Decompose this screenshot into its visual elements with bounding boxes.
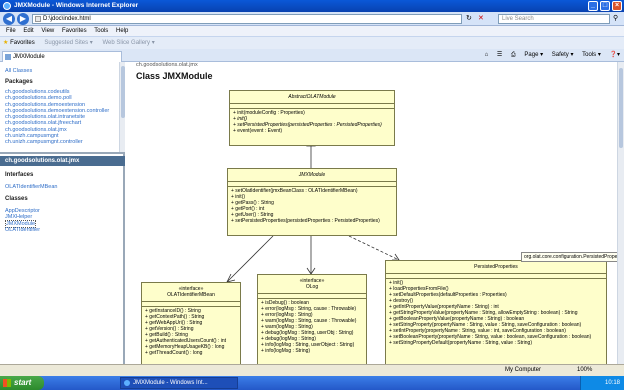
forward-icon[interactable]: ▶ — [17, 13, 29, 25]
menu-file[interactable]: File — [6, 26, 16, 36]
task-label: JMXModule - Windows Int... — [133, 380, 208, 386]
package-list: ch.goodsolutions.codeutils ch.goodsoluti… — [5, 89, 109, 146]
uml-operation: + info(logMsg : String) — [261, 348, 311, 354]
ie-task-icon — [124, 380, 130, 386]
address-bar[interactable]: D:\jdoc\index.html — [32, 14, 462, 24]
zoom-level[interactable]: 100% — [577, 365, 592, 376]
uml-class-name: PersistedProperties — [386, 261, 606, 274]
taskbar-window-button[interactable]: JMXModule - Windows Int... — [120, 377, 238, 389]
main-scrollbar[interactable] — [617, 62, 624, 364]
address-row: ◀ ▶ D:\jdoc\index.html ↻ ✕ Live Search ⚲ — [0, 12, 624, 26]
title-bar: JMXModule - Windows Internet Explorer _ … — [0, 0, 624, 12]
security-zone: My Computer — [505, 367, 542, 373]
uml-persisted-properties: PersistedProperties + init() + loadPrope… — [385, 260, 607, 364]
uml-operations: + init() + loadPropertiesFromFile() + se… — [386, 279, 606, 347]
address-url: D:\jdoc\index.html — [43, 16, 91, 22]
clock: 10:18 — [604, 380, 620, 386]
search-input[interactable]: Live Search — [498, 14, 610, 24]
uml-interface-name: OLATIdentifierMBean — [167, 292, 215, 298]
uml-class-name: «interface» OLog — [258, 275, 366, 294]
minimize-button[interactable]: _ — [588, 1, 598, 11]
command-bar: ⌂ ☰ ⎙ Page ▾ Safety ▾ Tools ▾ ❓▾ — [478, 50, 620, 61]
menu-favorites[interactable]: Favorites — [62, 26, 87, 36]
classes-heading: Classes — [5, 196, 28, 202]
uml-operation: + setPersistedProperties(persistedProper… — [231, 218, 380, 224]
dependency-line — [348, 235, 400, 261]
back-icon[interactable]: ◀ — [3, 13, 15, 25]
uml-operations: + isDebug() : boolean + error(logMsg : S… — [258, 299, 366, 355]
interfaces-list: OLATIdentifierMBean — [5, 184, 57, 190]
classes-list: AppDescriptor JMXHelper JMXModule OLATId… — [5, 208, 40, 233]
start-label: start — [14, 378, 32, 387]
stop-icon[interactable]: ✕ — [478, 14, 484, 22]
web-slice-gallery-link[interactable]: Web Slice Gallery ▾ — [102, 40, 154, 46]
help-menu[interactable]: ❓▾ — [610, 52, 620, 58]
uml-class-name: «interface» OLATIdentifierMBean — [142, 283, 240, 302]
menu-help[interactable]: Help — [116, 26, 128, 36]
refresh-icon[interactable]: ↻ — [466, 14, 472, 22]
packages-heading: Packages — [5, 79, 33, 85]
uml-operation: + setStringPropertyDefault(propertyName … — [389, 340, 532, 346]
left-frames: All Classes Packages ch.goodsolutions.co… — [0, 62, 125, 364]
class-link[interactable]: OLATIdentifier — [5, 227, 40, 233]
menu-tools[interactable]: Tools — [94, 26, 108, 36]
windows-flag-icon — [3, 379, 11, 387]
uml-class-name: AbstractOLATModule — [230, 91, 394, 104]
window-title: JMXModule - Windows Internet Explorer — [14, 2, 139, 9]
main-frame: ch.goodsolutions.olat.jmx Class JMXModul… — [127, 62, 624, 364]
packages-scrollbar[interactable] — [119, 62, 125, 152]
interface-link[interactable]: OLATIdentifierMBean — [5, 184, 57, 190]
tab-jmxmodule[interactable]: JMXModule — [2, 51, 122, 62]
uml-jmx-module: JMXModule + setOlatIdentifier(jmxBeanCla… — [227, 168, 397, 236]
current-package-title[interactable]: ch.goodsolutions.olat.jmx — [0, 156, 125, 166]
menu-view[interactable]: View — [41, 26, 54, 36]
main-scroll-thumb[interactable] — [619, 68, 623, 148]
uml-operation: + getThreadCount() : long — [145, 350, 203, 356]
all-classes-link[interactable]: All Classes — [5, 68, 32, 74]
page-icon — [35, 16, 41, 22]
start-button[interactable]: start — [0, 376, 44, 390]
taskbar: start JMXModule - Windows Int... 10:18 — [0, 376, 624, 390]
uml-operation: + event(event : Event) — [233, 128, 283, 134]
uml-operations: + getInstanceID() : String + getContextP… — [142, 307, 240, 357]
feeds-icon[interactable]: ☰ — [497, 52, 502, 58]
uml-olog: «interface» OLog + isDebug() : boolean +… — [257, 274, 367, 364]
packages-frame: All Classes Packages ch.goodsolutions.co… — [0, 62, 125, 154]
packages-scroll-thumb[interactable] — [121, 66, 125, 118]
status-bar: My Computer 100% — [0, 364, 624, 376]
tab-page-icon — [5, 54, 11, 60]
package-link[interactable]: ch.unizh.campusmgnt.controller — [5, 139, 109, 145]
close-button[interactable]: × — [612, 1, 622, 11]
class-tooltip: org.olat.core.configuration.PersistedPro… — [521, 252, 624, 262]
uml-interface-name: OLog — [305, 284, 319, 290]
suggested-sites-link[interactable]: Suggested Sites ▾ — [44, 40, 92, 46]
tab-label: JMXModule — [13, 54, 45, 60]
favorites-bar: ★ Favorites Suggested Sites ▾ Web Slice … — [0, 36, 624, 49]
page-content: All Classes Packages ch.goodsolutions.co… — [0, 62, 624, 364]
favorites-button[interactable]: Favorites — [10, 40, 35, 46]
maximize-button[interactable]: □ — [600, 1, 610, 11]
menu-bar: File Edit View Favorites Tools Help — [0, 26, 624, 36]
uml-operations: + init(moduleConfig : Properties) + init… — [230, 109, 394, 135]
print-icon[interactable]: ⎙ — [511, 52, 516, 58]
uml-abstract-olat-module: AbstractOLATModule + init(moduleConfig :… — [229, 90, 395, 146]
home-icon[interactable]: ⌂ — [485, 52, 489, 58]
uml-operations: + setOlatIdentifier(jmxBeanClass : OLATI… — [228, 187, 396, 225]
search-icon[interactable]: ⚲ — [613, 14, 618, 22]
favorites-star-icon: ★ — [3, 40, 9, 46]
safety-menu[interactable]: Safety ▾ — [552, 52, 574, 58]
system-tray: 10:18 — [580, 376, 624, 390]
uml-olat-identifier-mbean: «interface» OLATIdentifierMBean + getIns… — [141, 282, 241, 364]
tools-menu[interactable]: Tools ▾ — [582, 52, 601, 58]
uml-class-name: JMXModule — [228, 169, 396, 182]
tab-row: JMXModule ⌂ ☰ ⎙ Page ▾ Safety ▾ Tools ▾ … — [0, 49, 624, 62]
ie-logo-icon — [3, 2, 11, 10]
page-menu[interactable]: Page ▾ — [524, 52, 543, 58]
interfaces-heading: Interfaces — [5, 172, 34, 178]
menu-edit[interactable]: Edit — [23, 26, 33, 36]
